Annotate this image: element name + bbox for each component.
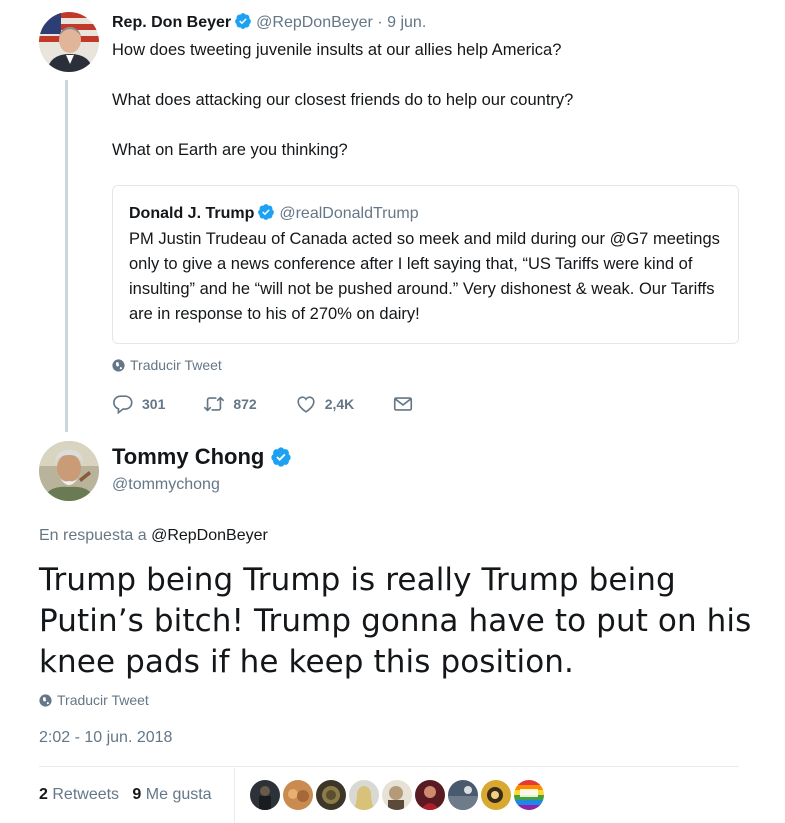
stats-divider (39, 766, 739, 767)
liker-avatar[interactable] (250, 780, 280, 810)
liker-avatar[interactable] (283, 780, 313, 810)
main-author-name-row: Tommy Chong (112, 444, 296, 470)
retweets-stat[interactable]: 2 Retweets (39, 786, 119, 803)
tweet-stats: 2 Retweets 9 Me gusta (39, 786, 212, 804)
quoted-author-handle: @realDonaldTrump (279, 205, 419, 222)
globe-icon (112, 358, 125, 372)
retweets-stat-count: 2 (39, 786, 48, 803)
parent-tweet-text: How does tweeting juvenile insults at ou… (112, 38, 752, 188)
retweets-stat-label: Retweets (52, 786, 120, 803)
avatar-tommy-chong[interactable] (39, 441, 99, 501)
stats-separator (234, 768, 235, 823)
parent-author-name[interactable]: Rep. Don Beyer (112, 14, 231, 31)
reply-button[interactable]: 301 (112, 393, 165, 415)
parent-tweet-date[interactable]: · 9 jun. (377, 14, 426, 31)
main-author-name[interactable]: Tommy Chong (112, 444, 264, 470)
liker-avatar[interactable] (481, 780, 511, 810)
globe-icon (39, 693, 52, 707)
main-tweet-header: Tommy Chong @tommychong (112, 444, 296, 494)
likes-stat-label: Me gusta (145, 786, 212, 803)
quoted-tweet-card[interactable]: Donald J. Trump @realDonaldTrump PM Justi… (112, 185, 739, 344)
liker-avatar[interactable] (382, 780, 412, 810)
quoted-tweet-header: Donald J. Trump @realDonaldTrump (129, 203, 722, 223)
translate-label: Traducir Tweet (130, 357, 222, 373)
retweet-icon (204, 396, 225, 412)
liker-avatar[interactable] (514, 780, 544, 810)
like-count: 2,4K (324, 396, 355, 412)
main-author-handle[interactable]: @tommychong (112, 476, 296, 494)
parent-tweet-line: What on Earth are you thinking? (112, 141, 348, 159)
likes-stat-count: 9 (132, 786, 142, 803)
translate-tweet-link[interactable]: Traducir Tweet (39, 692, 149, 708)
quoted-tweet-text: PM Justin Trudeau of Canada acted so mee… (129, 230, 720, 323)
retweet-count: 872 (233, 396, 257, 412)
translate-label: Traducir Tweet (57, 692, 149, 708)
thread-connector-line (65, 80, 68, 432)
verified-badge-icon (270, 446, 292, 468)
likers-avatar-row (250, 780, 544, 810)
liker-avatar[interactable] (349, 780, 379, 810)
main-tweet-text: Trump being Trump is really Trump being … (39, 562, 752, 680)
reply-mention-link[interactable]: @RepDonBeyer (151, 527, 268, 544)
heart-icon (297, 396, 315, 413)
parent-tweet-header: Rep. Don Beyer @RepDonBeyer · 9 jun. (112, 12, 426, 32)
reply-context: En respuesta a @RepDonBeyer (39, 527, 268, 545)
reply-icon (113, 395, 133, 415)
envelope-icon (394, 397, 413, 411)
avatar-rep-don-beyer[interactable] (39, 12, 99, 72)
likes-stat[interactable]: 9 Me gusta (132, 786, 211, 803)
reply-prefix: En respuesta a (39, 527, 147, 544)
tweet-timestamp[interactable]: 2:02 - 10 jun. 2018 (39, 729, 172, 747)
retweet-button[interactable]: 872 (203, 393, 257, 415)
quoted-author-name: Donald J. Trump (129, 205, 255, 222)
verified-badge-icon (234, 12, 252, 30)
translate-tweet-link[interactable]: Traducir Tweet (112, 357, 222, 373)
parent-tweet-line: How does tweeting juvenile insults at ou… (112, 41, 562, 59)
like-button[interactable]: 2,4K (295, 393, 355, 415)
parent-author-handle[interactable]: @RepDonBeyer (256, 14, 373, 31)
reply-count: 301 (142, 396, 166, 412)
liker-avatar[interactable] (415, 780, 445, 810)
verified-badge-icon (257, 203, 275, 221)
parent-tweet-actions: 301 872 2,4K (112, 393, 452, 415)
liker-avatar[interactable] (316, 780, 346, 810)
parent-tweet-line: What does attacking our closest friends … (112, 91, 574, 109)
direct-message-button[interactable] (392, 393, 414, 415)
liker-avatar[interactable] (448, 780, 478, 810)
